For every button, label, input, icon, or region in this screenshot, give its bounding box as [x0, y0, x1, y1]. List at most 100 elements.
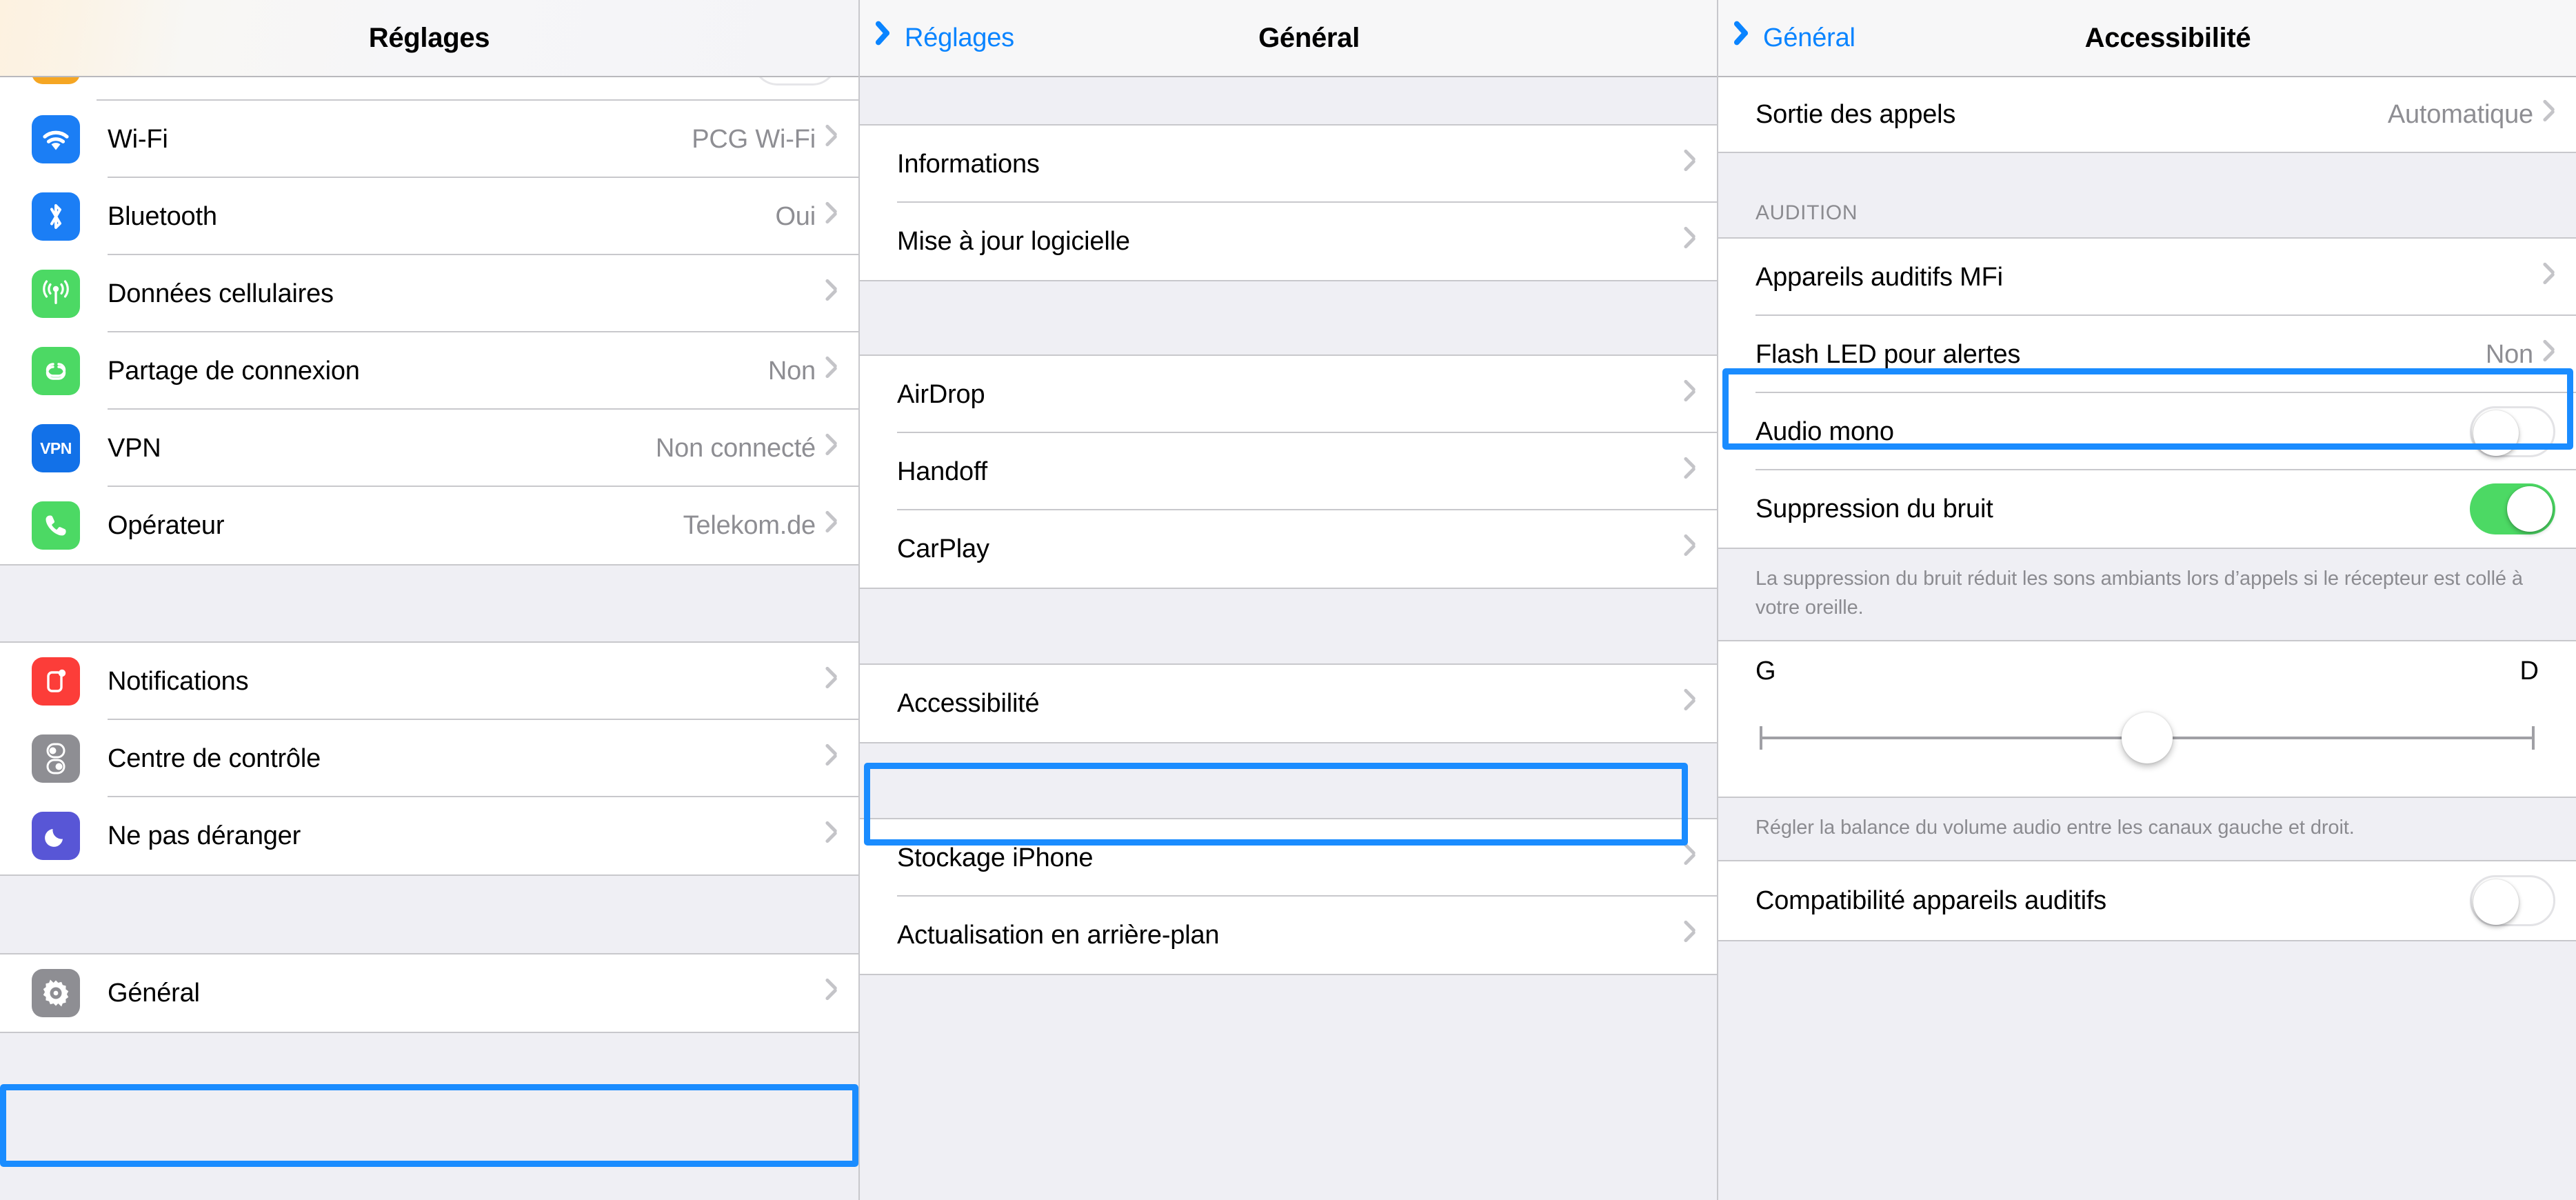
row-notifications[interactable]: Notifications — [0, 643, 858, 720]
balance-right-label: D — [2519, 657, 2539, 686]
group-storage: Stockage iPhone Actualisation en arrière… — [860, 818, 1717, 975]
panel-settings: Réglages Wi-Fi PCG Wi-Fi Bluetooth Oui D… — [0, 0, 858, 1200]
group-gap — [860, 77, 1717, 124]
group-connectivity: Wi-Fi PCG Wi-Fi Bluetooth Oui Données ce… — [0, 101, 858, 566]
row-accessibility[interactable]: Accessibilité — [860, 665, 1717, 742]
group-gap — [0, 1033, 858, 1074]
back-button-general[interactable]: Général — [1740, 23, 1855, 53]
row-label: CarPlay — [897, 534, 989, 563]
row-background-refresh[interactable]: Actualisation en arrière-plan — [860, 897, 1717, 974]
hearing-aid-compatibility-toggle[interactable] — [2470, 875, 2555, 926]
row-bluetooth[interactable]: Bluetooth Oui — [0, 178, 858, 255]
page-title: Réglages — [368, 22, 490, 53]
chevron-right-icon — [828, 514, 841, 537]
slider-thumb[interactable] — [2122, 712, 2173, 763]
row-label: Stockage iPhone — [897, 843, 1094, 872]
row-label: Sortie des appels — [1755, 99, 1956, 129]
row-carplay[interactable]: CarPlay — [860, 510, 1717, 588]
airplane-mode-toggle[interactable] — [752, 77, 838, 86]
back-button-label: Général — [1763, 23, 1855, 52]
row-label: Suppression du bruit — [1755, 494, 1993, 523]
chevron-right-icon — [828, 748, 841, 770]
row-do-not-disturb[interactable]: Ne pas déranger — [0, 797, 858, 874]
row-value: Telekom.de — [683, 510, 816, 540]
row-value: Non — [2485, 339, 2533, 369]
row-label: Handoff — [897, 457, 988, 486]
back-button-settings[interactable]: Réglages — [882, 23, 1014, 53]
panel-general: Réglages Général Informations Mise à jou… — [858, 0, 1717, 1200]
balance-slider[interactable] — [1755, 700, 2539, 776]
row-vpn[interactable]: VPN VPN Non connecté — [0, 410, 858, 487]
chevron-right-icon — [2546, 343, 2558, 366]
row-label: VPN — [108, 433, 161, 463]
group-accessibility: Accessibilité — [860, 663, 1717, 743]
control-center-icon — [32, 734, 80, 783]
back-button-label: Réglages — [905, 23, 1014, 52]
row-value: Non — [767, 356, 816, 386]
group-gap — [860, 743, 1717, 818]
balance-slider-row: G D — [1718, 641, 2576, 797]
group-gap — [860, 589, 1717, 663]
row-value: Non connecté — [655, 433, 816, 463]
row-call-audio-routing[interactable]: Sortie des appels Automatique — [1718, 77, 2576, 152]
section-header-audition-wrap: AUDITION — [1718, 153, 2576, 237]
row-noise-cancellation[interactable]: Suppression du bruit — [1718, 470, 2576, 548]
row-label: Audio mono — [1755, 417, 1894, 446]
row-iphone-storage[interactable]: Stockage iPhone — [860, 819, 1717, 897]
panel-accessibility: Général Accessibilité Sortie des appels … — [1717, 0, 2576, 1200]
row-general[interactable]: Général — [0, 954, 858, 1032]
chevron-right-icon — [1687, 692, 1699, 714]
chevron-right-icon — [828, 982, 841, 1004]
row-label: Général — [108, 978, 200, 1008]
row-handoff[interactable]: Handoff — [860, 433, 1717, 510]
row-led-flash-alerts[interactable]: Flash LED pour alertes Non — [1718, 316, 2576, 393]
row-hearing-aid-compatibility[interactable]: Compatibilité appareils auditifs — [1718, 861, 2576, 940]
row-value: Automatique — [2387, 99, 2533, 129]
row-software-update[interactable]: Mise à jour logicielle — [860, 203, 1717, 280]
row-mono-audio[interactable]: Audio mono — [1718, 393, 2576, 470]
group-gap — [1718, 941, 2576, 969]
row-control-center[interactable]: Centre de contrôle — [0, 720, 858, 797]
slider-right-cap — [2532, 726, 2535, 750]
do-not-disturb-icon — [32, 812, 80, 860]
row-label: Centre de contrôle — [108, 743, 321, 773]
chevron-right-icon — [828, 206, 841, 228]
footnote-balance: Régler la balance du volume audio entre … — [1718, 798, 2576, 860]
row-mfi-hearing-devices[interactable]: Appareils auditifs MFi — [1718, 239, 2576, 316]
row-wifi[interactable]: Wi-Fi PCG Wi-Fi — [0, 101, 858, 178]
row-label: Accessibilité — [897, 688, 1040, 718]
toggle-knob — [2473, 410, 2519, 456]
row-informations[interactable]: Informations — [860, 126, 1717, 203]
airplane-mode-icon — [32, 77, 80, 84]
page-title: Accessibilité — [2084, 22, 2251, 53]
balance-left-label: G — [1755, 657, 1776, 686]
wifi-icon — [32, 115, 80, 163]
section-header-audition: AUDITION — [1718, 153, 2576, 237]
navbar-accessibility: Général Accessibilité — [1718, 0, 2576, 77]
noise-cancellation-toggle[interactable] — [2470, 483, 2555, 534]
footnote-noise-cancellation: La suppression du bruit réduit les sons … — [1718, 549, 2576, 640]
clipped-row-above — [0, 77, 858, 101]
chevron-right-icon — [828, 670, 841, 692]
row-cellular-data[interactable]: Données cellulaires — [0, 255, 858, 332]
navbar-settings: Réglages — [0, 0, 858, 77]
group-hearing-aid-compat: Compatibilité appareils auditifs — [1718, 860, 2576, 941]
mono-audio-toggle[interactable] — [2470, 406, 2555, 457]
row-airdrop[interactable]: AirDrop — [860, 356, 1717, 433]
group-info: Informations Mise à jour logicielle — [860, 124, 1717, 281]
chevron-right-icon — [828, 360, 841, 382]
row-personal-hotspot[interactable]: Partage de connexion Non — [0, 332, 858, 410]
chevron-right-icon — [828, 825, 841, 847]
row-label: Notifications — [108, 666, 249, 696]
group-gap — [0, 566, 858, 641]
cellular-icon — [32, 270, 80, 318]
row-value: PCG Wi-Fi — [692, 124, 816, 154]
group-system: Général — [0, 953, 858, 1033]
row-carrier[interactable]: Opérateur Telekom.de — [0, 487, 858, 564]
row-label: Opérateur — [108, 510, 225, 540]
chevron-right-icon — [1687, 847, 1699, 869]
group-gap — [860, 281, 1717, 354]
row-label: Wi-Fi — [108, 124, 168, 154]
phone-icon — [32, 501, 80, 550]
hotspot-icon — [32, 347, 80, 395]
